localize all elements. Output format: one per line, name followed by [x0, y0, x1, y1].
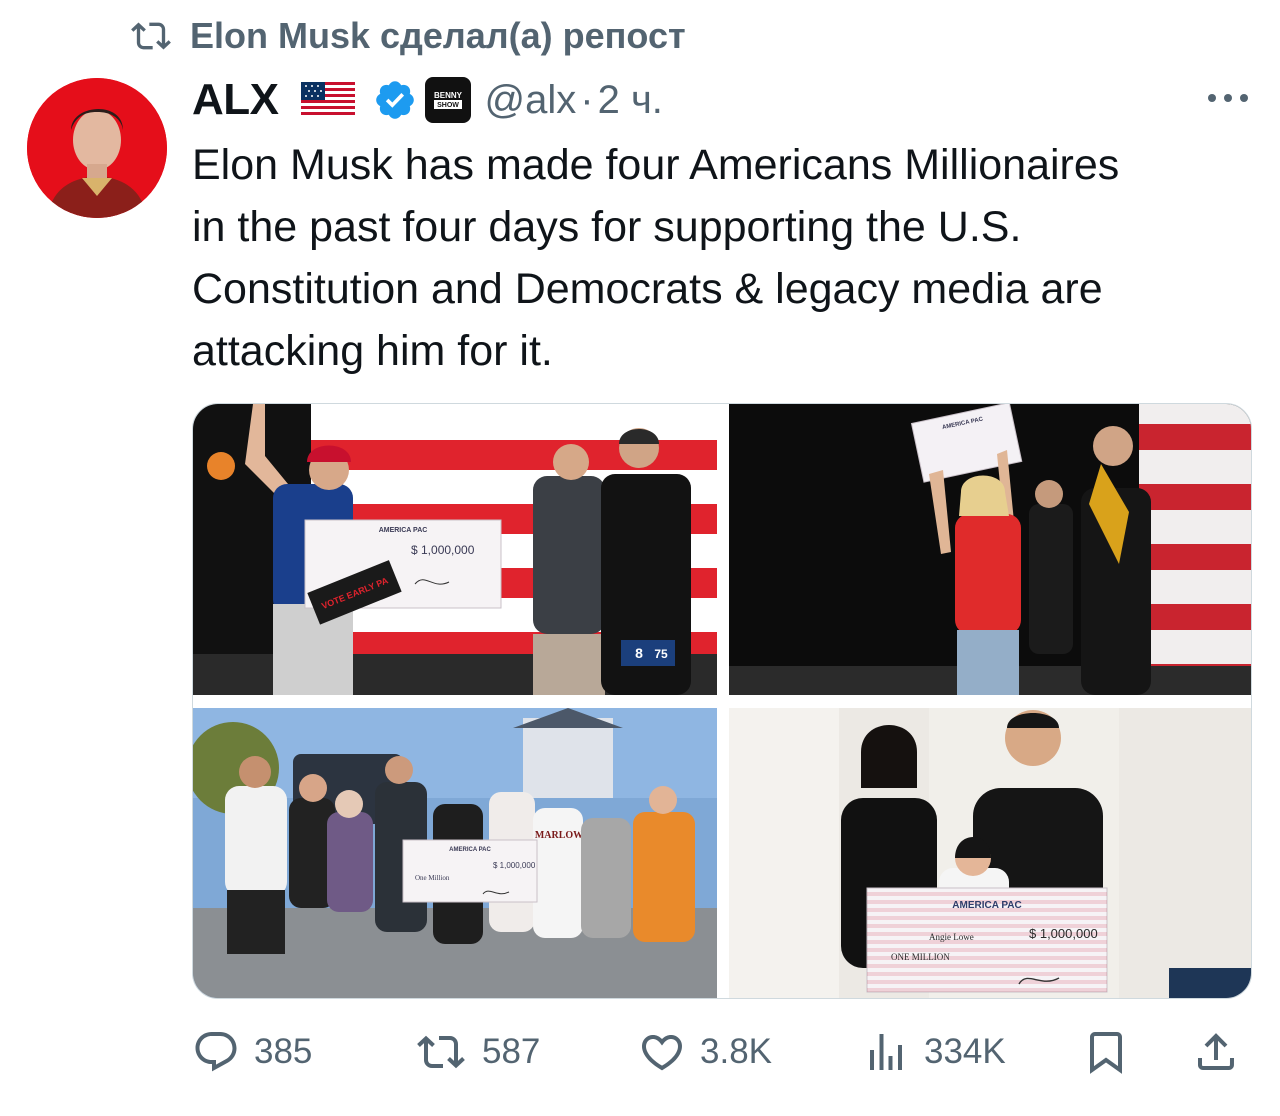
svg-text:SHOW: SHOW	[437, 102, 459, 109]
tweet-line: in the past four days for supporting the…	[192, 203, 1022, 251]
tweet-line: Elon Musk has made four Americans Millio…	[192, 141, 1120, 189]
reply-count: 385	[254, 1032, 313, 1071]
share-icon	[1198, 1033, 1234, 1070]
reply-icon	[195, 1032, 237, 1072]
check-amount: $ 1,000,000	[1029, 926, 1098, 941]
tweet-line: attacking him for it.	[192, 327, 553, 375]
like-count: 3.8K	[700, 1032, 772, 1071]
heart-icon	[641, 1035, 683, 1071]
like-button[interactable]: 3.8K	[638, 1024, 772, 1080]
reply-button[interactable]: 385	[192, 1024, 312, 1080]
check-amount: $ 1,000,000	[493, 861, 536, 870]
repost-button[interactable]: 587	[414, 1024, 540, 1080]
svg-text:BENNY: BENNY	[433, 91, 462, 100]
repost-icon	[131, 22, 171, 50]
media-photo-3[interactable]: MARLOW AMERICA PAC $ 1,000,000 One Milli…	[193, 708, 717, 998]
media-photo-2[interactable]: AMERICA PAC	[729, 404, 1251, 695]
shirt-text: MARLOW	[535, 830, 583, 841]
separator-dot: ·	[580, 77, 594, 122]
author-name[interactable]: ALX	[192, 75, 279, 125]
check-header: AMERICA PAC	[379, 527, 428, 534]
affiliation-badge-icon[interactable]: BENNY SHOW	[424, 77, 471, 123]
repost-count: 587	[482, 1032, 541, 1071]
check-payee: Angie Lowe	[929, 932, 974, 942]
media-photo-1[interactable]: AMERICA PAC $ 1,000,000 VOTE EARLY PA 8 …	[193, 404, 717, 695]
media-grid: AMERICA PAC $ 1,000,000 VOTE EARLY PA 8 …	[192, 403, 1252, 999]
repost-indicator[interactable]: Elon Musk сделал(а) репост	[128, 14, 686, 58]
tweet-line: Constitution and Democrats & legacy medi…	[192, 265, 1103, 313]
more-options-icon[interactable]	[1206, 88, 1250, 108]
station-logo: 8	[635, 645, 643, 661]
tweet-text: Elon Musk has made four Americans Millio…	[192, 134, 1252, 382]
timestamp[interactable]: 2 ч.	[598, 78, 663, 123]
check-words: ONE MILLION	[891, 952, 950, 962]
verified-badge-icon[interactable]	[373, 78, 417, 122]
check-header: AMERICA PAC	[449, 847, 491, 853]
tweet-header: ALX BENNY SHOW @alx · 2 ч.	[192, 72, 663, 128]
bookmark-icon	[1090, 1032, 1122, 1074]
author-handle[interactable]: @alx	[485, 78, 577, 123]
action-bar: 385 587 3.8K 334K	[192, 1024, 1252, 1080]
bookmark-button[interactable]	[1082, 1024, 1144, 1080]
repost-icon	[417, 1035, 465, 1069]
check-words: One Million	[415, 874, 450, 882]
views-count: 334K	[924, 1032, 1006, 1071]
avatar[interactable]	[27, 78, 167, 218]
views-button[interactable]: 334K	[862, 1024, 1006, 1080]
share-button[interactable]	[1192, 1024, 1254, 1080]
analytics-icon	[870, 1034, 902, 1070]
check-amount: $ 1,000,000	[411, 543, 475, 557]
station-logo-2: 75	[654, 647, 668, 661]
media-photo-4[interactable]: AMERICA PAC Angie Lowe $ 1,000,000 ONE M…	[729, 708, 1251, 998]
check-header: AMERICA PAC	[952, 900, 1021, 911]
us-flag-icon	[300, 82, 355, 118]
repost-label: Elon Musk сделал(а) репост	[190, 15, 686, 56]
